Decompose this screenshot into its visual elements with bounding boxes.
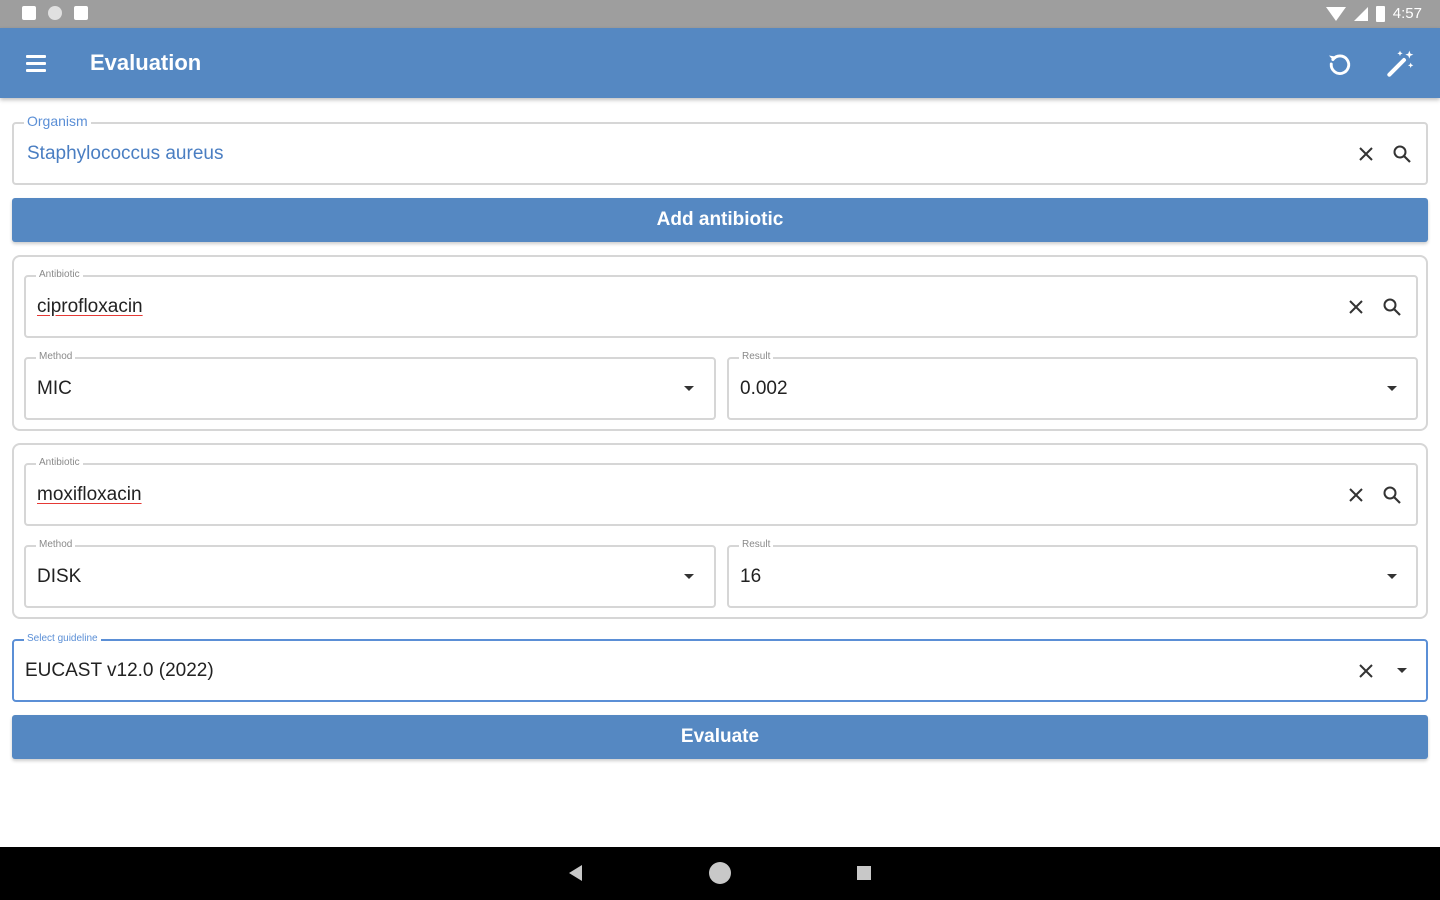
status-system-icons: 4:57 bbox=[1325, 5, 1422, 22]
result-select-value: 0.002 bbox=[740, 377, 788, 399]
back-icon[interactable] bbox=[569, 865, 582, 881]
notification-icon bbox=[22, 6, 36, 20]
method-select-value: DISK bbox=[37, 565, 82, 587]
organism-field[interactable]: Organism Staphylococcus aureus bbox=[12, 114, 1428, 185]
page-title: Evaluation bbox=[90, 50, 202, 75]
search-icon[interactable] bbox=[1379, 482, 1405, 508]
result-select[interactable]: Result 0.002 bbox=[727, 350, 1418, 420]
method-select-label: Method bbox=[36, 538, 76, 552]
chevron-down-icon[interactable] bbox=[676, 564, 702, 590]
antibiotic-field-label: Antibiotic bbox=[36, 268, 83, 282]
organism-field-label: Organism bbox=[24, 114, 91, 128]
wifi-icon bbox=[1325, 6, 1346, 21]
guideline-select[interactable]: Select guideline EUCAST v12.0 (2022) bbox=[12, 632, 1428, 702]
method-select[interactable]: Method DISK bbox=[24, 538, 716, 608]
system-nav-bar bbox=[0, 847, 1440, 900]
result-select-label: Result bbox=[739, 538, 774, 552]
antibiotic-field[interactable]: Antibiotic moxifloxacin bbox=[24, 456, 1418, 526]
method-select[interactable]: Method MIC bbox=[24, 350, 716, 420]
method-select-label: Method bbox=[36, 350, 76, 364]
chevron-down-icon[interactable] bbox=[1379, 376, 1405, 402]
close-icon[interactable] bbox=[1343, 294, 1369, 320]
battery-icon bbox=[1375, 5, 1385, 22]
result-select[interactable]: Result 16 bbox=[727, 538, 1418, 608]
chevron-down-icon[interactable] bbox=[1389, 658, 1415, 684]
close-icon[interactable] bbox=[1353, 141, 1379, 167]
status-time: 4:57 bbox=[1392, 5, 1422, 22]
app-bar: Evaluation bbox=[0, 28, 1440, 98]
antibiotic-field-value[interactable]: moxifloxacin bbox=[37, 484, 142, 506]
status-notification-icons bbox=[22, 6, 88, 20]
method-select-value: MIC bbox=[37, 377, 72, 399]
close-icon[interactable] bbox=[1353, 658, 1379, 684]
magic-wand-icon[interactable] bbox=[1382, 46, 1418, 82]
guideline-select-value: EUCAST v12.0 (2022) bbox=[25, 659, 214, 681]
antibiotic-card: Antibiotic ciprofloxacin Method MIC Resu… bbox=[12, 255, 1428, 431]
antibiotic-field-value[interactable]: ciprofloxacin bbox=[37, 296, 143, 318]
search-icon[interactable] bbox=[1379, 294, 1405, 320]
signal-icon bbox=[1353, 6, 1368, 21]
result-select-value: 16 bbox=[740, 565, 762, 587]
refresh-icon[interactable] bbox=[1322, 46, 1358, 82]
antibiotic-card: Antibiotic moxifloxacin Method DISK Resu… bbox=[12, 443, 1428, 619]
close-icon[interactable] bbox=[1343, 482, 1369, 508]
antibiotic-field[interactable]: Antibiotic ciprofloxacin bbox=[24, 268, 1418, 338]
add-antibiotic-button[interactable]: Add antibiotic bbox=[12, 198, 1428, 242]
status-bar: 4:57 bbox=[0, 0, 1440, 28]
chevron-down-icon[interactable] bbox=[1379, 564, 1405, 590]
organism-field-value[interactable]: Staphylococcus aureus bbox=[27, 143, 223, 165]
antibiotic-field-label: Antibiotic bbox=[36, 456, 83, 470]
home-icon[interactable] bbox=[709, 862, 731, 884]
search-icon[interactable] bbox=[1389, 141, 1415, 167]
notification-icon bbox=[48, 6, 62, 20]
menu-icon[interactable] bbox=[26, 48, 56, 78]
recent-apps-icon[interactable] bbox=[857, 866, 871, 880]
result-select-label: Result bbox=[739, 350, 774, 364]
evaluate-button[interactable]: Evaluate bbox=[12, 715, 1428, 759]
guideline-select-label: Select guideline bbox=[24, 632, 101, 646]
chevron-down-icon[interactable] bbox=[676, 376, 702, 402]
sd-card-icon bbox=[74, 6, 88, 20]
